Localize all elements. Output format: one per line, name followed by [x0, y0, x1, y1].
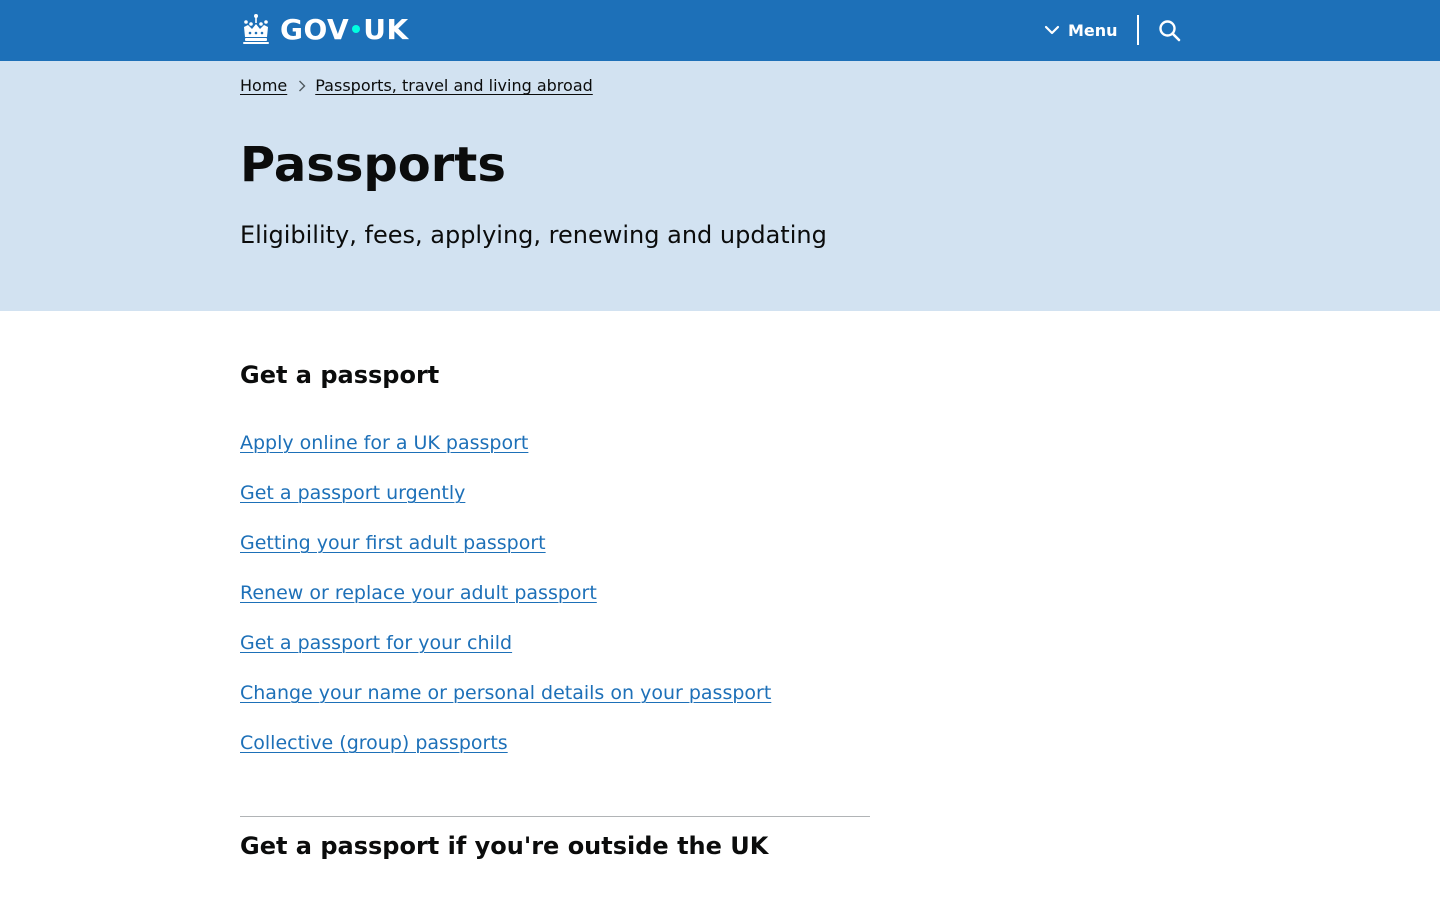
govuk-logo-link[interactable]: GOV UK [240, 12, 409, 46]
list-item: Change your name or personal details on … [240, 679, 771, 729]
logo-text-uk: UK [363, 12, 409, 46]
link-change-details[interactable]: Change your name or personal details on … [240, 682, 771, 704]
logo-wordmark: GOV UK [280, 13, 409, 46]
menu-button[interactable]: Menu [1043, 15, 1118, 45]
menu-button-label: Menu [1068, 20, 1118, 40]
link-collective-passports[interactable]: Collective (group) passports [240, 732, 508, 754]
list-item: Collective (group) passports [240, 729, 771, 779]
section-heading-get-a-passport: Get a passport [240, 361, 440, 389]
link-first-adult-passport[interactable]: Getting your first adult passport [240, 532, 546, 554]
crown-icon [243, 14, 269, 44]
chevron-down-icon [1044, 25, 1060, 35]
link-renew-replace[interactable]: Renew or replace your adult passport [240, 582, 597, 604]
page-lede: Eligibility, fees, applying, renewing an… [240, 221, 827, 249]
header-divider [1137, 15, 1139, 45]
breadcrumb-home-link[interactable]: Home [240, 76, 287, 95]
hero-band: Home Passports, travel and living abroad… [0, 61, 1440, 311]
site-header: GOV UK Menu [0, 0, 1440, 61]
search-button[interactable] [1156, 17, 1184, 45]
link-passport-urgently[interactable]: Get a passport urgently [240, 482, 465, 504]
list-item: Getting your first adult passport [240, 529, 771, 579]
get-a-passport-link-list: Apply online for a UK passport Get a pas… [240, 429, 771, 779]
link-passport-for-child[interactable]: Get a passport for your child [240, 632, 512, 654]
section-divider [240, 816, 870, 817]
logo-text-gov: GOV [280, 12, 350, 46]
link-apply-online[interactable]: Apply online for a UK passport [240, 432, 528, 454]
breadcrumb: Home Passports, travel and living abroad [240, 76, 593, 95]
breadcrumb-passports-travel-link[interactable]: Passports, travel and living abroad [315, 76, 593, 95]
section-heading-outside-uk: Get a passport if you're outside the UK [240, 832, 769, 860]
list-item: Renew or replace your adult passport [240, 579, 771, 629]
list-item: Get a passport for your child [240, 629, 771, 679]
logo-dot [352, 25, 361, 33]
page-title: Passports [240, 137, 506, 193]
chevron-right-icon [299, 80, 306, 91]
list-item: Get a passport urgently [240, 479, 771, 529]
list-item: Apply online for a UK passport [240, 429, 771, 479]
search-icon [1159, 20, 1181, 42]
